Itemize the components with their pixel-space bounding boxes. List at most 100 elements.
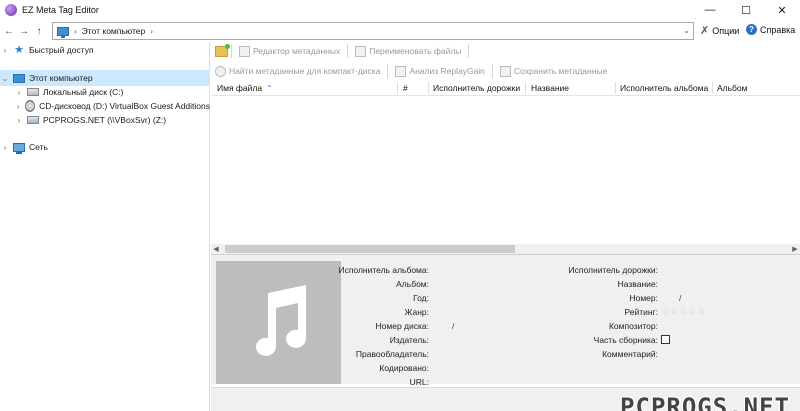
column-album-artist[interactable]: Исполнитель альбома xyxy=(620,83,708,93)
replaygain-button[interactable]: Анализ ReplayGain xyxy=(391,63,488,79)
scrollbar-thumb[interactable] xyxy=(225,245,515,253)
chevron-right-icon[interactable]: › xyxy=(14,88,24,97)
title-label: Название: xyxy=(617,279,658,289)
replaygain-icon xyxy=(395,65,407,77)
options-button[interactable]: ✗ Опции xyxy=(700,24,739,37)
horizontal-scrollbar[interactable]: ◀ ▶ xyxy=(211,244,800,254)
window-controls: — ☐ ✕ xyxy=(692,0,800,20)
rename-icon xyxy=(355,45,367,57)
cd-icon xyxy=(25,100,36,112)
tree-item-label: CD-дисковод (D:) VirtualBox Guest Additi… xyxy=(39,101,210,111)
status-bar: PCPROGS.NET xyxy=(211,387,800,411)
close-button[interactable]: ✕ xyxy=(764,0,800,20)
tree-item-quick-access[interactable]: › ★ Быстрый доступ xyxy=(0,42,210,58)
address-path[interactable]: Этот компьютер xyxy=(82,26,146,36)
album-label: Альбом: xyxy=(396,279,429,289)
navigation-tree: › ★ Быстрый доступ ⌄ Этот компьютер › Ло… xyxy=(0,42,210,411)
network-drive-icon xyxy=(27,116,39,124)
compilation-checkbox[interactable] xyxy=(661,335,670,344)
tree-item-network[interactable]: › Сеть xyxy=(0,139,210,155)
toolbar-primary: Редактор метаданных Переименовать файлы xyxy=(211,42,800,60)
compilation-label: Часть сборника: xyxy=(593,335,658,345)
tree-item-drive-z[interactable]: › PCPROGS.NET (\\VBoxSvr) (Z:) xyxy=(14,112,210,128)
column-title[interactable]: Название xyxy=(531,83,569,93)
find-cd-label: Найти метаданные для компакт-диска xyxy=(229,66,381,76)
toolbar-divider xyxy=(468,44,470,58)
column-number[interactable]: # xyxy=(403,83,408,93)
column-filename[interactable]: Имя файла ⌃ xyxy=(217,83,273,93)
scroll-left-icon[interactable]: ◀ xyxy=(211,244,221,254)
url-label: URL: xyxy=(409,377,429,387)
title-bar: EZ Meta Tag Editor — ☐ ✕ xyxy=(0,0,800,20)
minimize-button[interactable]: — xyxy=(692,0,728,20)
save-metadata-label: Сохранить метаданные xyxy=(513,66,608,76)
address-row: ← → ↑ › Этот компьютер › ⌄ ✗ Опции ? Спр… xyxy=(0,20,800,42)
track-artist-label: Исполнитель дорожки: xyxy=(568,265,658,275)
options-label: Опции xyxy=(712,25,740,36)
path-separator-end[interactable]: › xyxy=(150,27,153,36)
scroll-right-icon[interactable]: ▶ xyxy=(790,244,800,254)
composer-label: Композитор: xyxy=(608,321,658,331)
file-list-header: Имя файла ⌃ # Исполнитель дорожки Названи… xyxy=(211,80,800,96)
column-divider[interactable] xyxy=(397,82,398,94)
year-label: Год: xyxy=(413,293,429,303)
rename-files-button[interactable]: Переименовать файлы xyxy=(351,43,465,59)
tree-item-label: PCPROGS.NET (\\VBoxSvr) (Z:) xyxy=(43,115,167,125)
up-arrow-icon[interactable]: ↑ xyxy=(33,23,45,39)
column-track-artist[interactable]: Исполнитель дорожки xyxy=(433,83,520,93)
rename-files-label: Переименовать файлы xyxy=(369,46,462,56)
maximize-button[interactable]: ☐ xyxy=(728,0,764,20)
chevron-right-icon[interactable]: › xyxy=(0,143,10,152)
chevron-right-icon[interactable]: › xyxy=(14,116,24,125)
rating-stars[interactable]: ☆☆☆☆☆ xyxy=(661,306,706,317)
chevron-right-icon[interactable]: › xyxy=(0,46,10,55)
number-label: Номер: xyxy=(629,293,658,303)
toolbar-divider xyxy=(387,64,389,78)
publisher-label: Издатель: xyxy=(389,335,429,345)
window-title: EZ Meta Tag Editor xyxy=(22,5,99,15)
column-album[interactable]: Альбом xyxy=(717,83,748,93)
toolbar-secondary: Найти метаданные для компакт-диска Анали… xyxy=(211,62,800,80)
watermark-logo: PCPROGS.NET xyxy=(620,393,790,411)
column-divider[interactable] xyxy=(712,82,713,94)
save-icon xyxy=(499,65,511,77)
tree-item-label: Этот компьютер xyxy=(29,73,93,83)
disc-number-value[interactable]: / xyxy=(452,321,454,331)
help-icon: ? xyxy=(746,24,757,35)
tag-icon xyxy=(239,45,250,57)
disc-search-icon xyxy=(215,65,226,77)
tree-item-label: Локальный диск (C:) xyxy=(43,87,124,97)
music-note-icon xyxy=(255,284,306,356)
column-label: Имя файла xyxy=(217,83,263,93)
column-divider[interactable] xyxy=(615,82,616,94)
chevron-down-icon[interactable]: ⌄ xyxy=(0,74,10,83)
album-cover[interactable] xyxy=(216,261,341,384)
help-button[interactable]: ? Справка xyxy=(746,24,795,35)
tree-item-label: Быстрый доступ xyxy=(29,45,94,55)
rating-label: Рейтинг: xyxy=(624,307,658,317)
back-arrow-icon[interactable]: ← xyxy=(3,23,15,39)
disc-number-label: Номер диска: xyxy=(375,321,429,331)
path-separator: › xyxy=(74,26,77,36)
find-cd-metadata-button[interactable]: Найти метаданные для компакт-диска xyxy=(211,63,384,79)
open-folder-icon[interactable] xyxy=(215,43,230,57)
save-metadata-button[interactable]: Сохранить метаданные xyxy=(496,63,611,79)
address-dropdown-icon[interactable]: ⌄ xyxy=(683,26,690,35)
column-divider[interactable] xyxy=(525,82,526,94)
forward-arrow-icon[interactable]: → xyxy=(18,23,30,39)
metadata-details-panel: Исполнитель альбома: Альбом: Год: Жанр: … xyxy=(211,254,800,387)
replaygain-label: Анализ ReplayGain xyxy=(409,66,485,76)
chevron-right-icon[interactable]: › xyxy=(14,102,22,111)
column-divider[interactable] xyxy=(428,82,429,94)
encoded-by-label: Кодировано: xyxy=(379,363,429,373)
metadata-editor-button[interactable]: Редактор метаданных xyxy=(235,43,344,59)
toolbar-divider xyxy=(231,44,232,58)
wrench-icon: ✗ xyxy=(700,25,710,37)
toolbar-divider xyxy=(347,44,349,58)
tree-item-label: Сеть xyxy=(29,142,48,152)
address-bar[interactable]: › Этот компьютер › ⌄ xyxy=(52,22,694,40)
number-value[interactable]: / xyxy=(679,293,681,303)
star-icon: ★ xyxy=(14,44,24,56)
computer-icon xyxy=(13,73,25,83)
network-icon xyxy=(13,142,25,154)
